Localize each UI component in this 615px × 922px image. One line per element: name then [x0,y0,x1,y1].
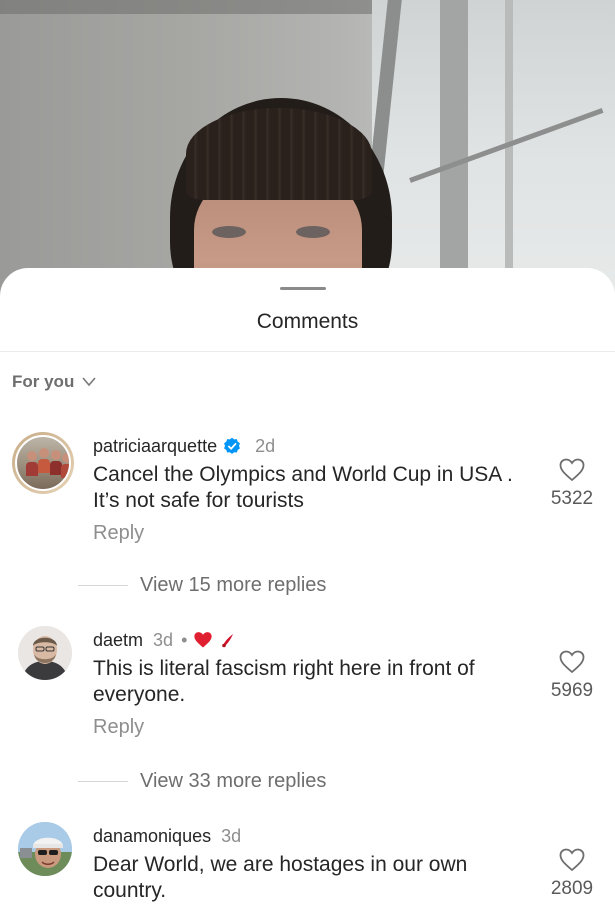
avatar[interactable] [18,822,72,876]
avatar[interactable] [12,432,74,494]
reply-button[interactable]: Reply [93,716,144,739]
comment-timestamp: 2d [255,435,276,456]
view-replies-label: View 15 more replies [140,574,327,596]
video-background [0,0,615,300]
sheet-title: Comments [256,310,359,333]
chevron-down-icon [82,377,96,387]
video-window-frame [440,0,468,300]
comment-text: Dear World, we are hostages in our own c… [93,853,468,902]
like-button[interactable]: 2809 [538,848,606,900]
like-count: 5969 [550,680,594,701]
reply-button[interactable]: Reply [93,522,144,545]
video-person-bangs [186,108,372,200]
video-person-eye [296,226,330,238]
avatar-figure [39,448,49,458]
view-replies-label: View 33 more replies [140,770,327,792]
username[interactable]: daetm [93,630,143,651]
username[interactable]: patriciaarquette [93,436,217,457]
avatar-figure [62,453,69,463]
avatar-image [18,626,72,680]
avatar-figure [51,450,61,460]
avatar-figure [38,459,50,473]
comment-body: danamoniques 3d Dear World, we are hosta… [93,822,523,904]
like-count: 5322 [550,488,594,509]
heart-outline-icon [559,650,585,674]
like-button[interactable]: 5969 [538,650,606,702]
comment-header: patriciaarquette 2d [93,432,523,460]
video-window-frame [505,0,513,300]
red-heart-icon [194,632,212,648]
separator-dot: • [181,629,188,650]
view-replies-link[interactable]: View 33 more replies [78,770,326,793]
comment-timestamp: 3d [153,629,174,650]
avatar-image [15,435,71,491]
avatar[interactable] [18,626,72,680]
avatar-figure [27,451,37,461]
comment-header: danamoniques 3d [93,822,523,850]
drag-handle[interactable] [280,287,326,290]
like-count: 2809 [550,878,594,899]
nail-polish-icon [222,634,234,648]
avatar-figure [61,464,69,478]
sort-label: For you [12,372,75,391]
sort-dropdown[interactable]: For you [12,372,96,392]
heart-outline-icon [559,848,585,872]
username[interactable]: danamoniques [93,826,211,847]
comment-header: daetm 3d • [93,626,523,654]
comment-timestamp: 3d [221,825,242,846]
verified-badge-icon [224,437,240,454]
comment-text: Cancel the Olympics and World Cup in USA… [93,463,513,512]
divider [0,351,615,352]
avatar-figure [26,462,38,476]
replies-line [78,781,128,782]
heart-outline-icon [559,458,585,482]
video-person-eye [212,226,246,238]
avatar-image [18,822,72,876]
comments-sheet: Comments For you patriciaarquette 2d Can… [0,268,615,922]
view-replies-link[interactable]: View 15 more replies [78,574,326,597]
like-button[interactable]: 5322 [538,458,606,510]
comment-text: This is literal fascism right here in fr… [93,657,475,706]
comment-body: daetm 3d • This is literal fascism right… [93,626,523,739]
comment-body: patriciaarquette 2d Cancel the Olympics … [93,432,523,545]
replies-line [78,585,128,586]
